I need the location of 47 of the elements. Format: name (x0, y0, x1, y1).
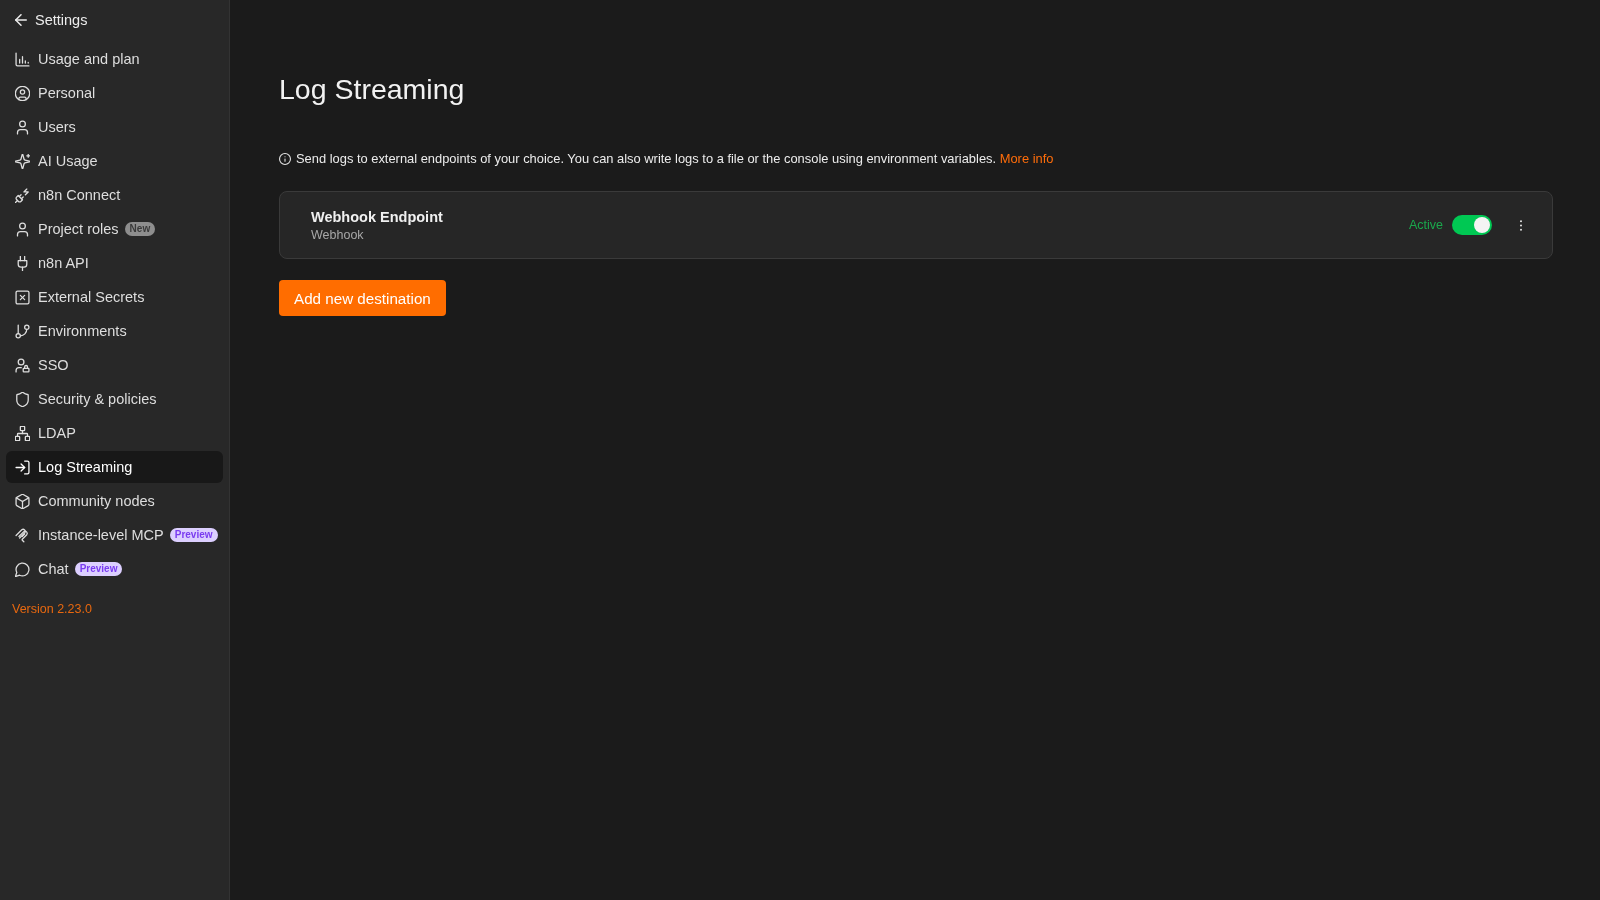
bar-chart-icon (15, 51, 30, 67)
network-icon (15, 425, 30, 441)
sidebar-item[interactable]: n8n API (6, 247, 223, 279)
preview-badge: Preview (169, 528, 218, 542)
sidebar-item[interactable]: n8n Connect (6, 179, 223, 211)
sidebar-item[interactable]: External Secrets (6, 281, 223, 313)
status-label: Active (1408, 218, 1443, 232)
page-title: Log Streaming (279, 72, 465, 107)
destination-type: Webhook (311, 226, 365, 243)
sidebar-item[interactable]: LDAP (6, 417, 223, 449)
sidebar-item[interactable]: Project roles New (6, 213, 223, 245)
vertical-dots-icon[interactable] (1519, 219, 1523, 231)
sidebar-item[interactable]: Environments (6, 315, 223, 347)
sidebar-item[interactable]: Log Streaming (6, 451, 223, 483)
back-link[interactable]: Settings (6, 8, 88, 32)
plug-icon (15, 255, 30, 271)
info-icon (279, 153, 291, 165)
user-lock-icon (15, 357, 30, 373)
striped-ribbon-icon (15, 527, 30, 543)
plug-zap-icon (15, 187, 30, 203)
preview-badge: Preview (74, 562, 123, 576)
x-square-icon (15, 289, 30, 305)
sidebar-item[interactable]: Users (6, 111, 223, 143)
toggle-switch[interactable] (1452, 215, 1492, 235)
destination-card[interactable]: Webhook Endpoint Webhook Active (279, 191, 1553, 259)
branch-icon (15, 323, 30, 339)
destination-name: Webhook Endpoint (311, 207, 443, 226)
sidebar-item[interactable]: Usage and plan (6, 43, 223, 75)
chat-bubble-icon (15, 561, 30, 577)
user-icon (15, 119, 30, 135)
sidebar-item[interactable]: AI Usage (6, 145, 223, 177)
sidebar-item[interactable]: Chat Preview (6, 553, 223, 585)
arrow-into-bracket-icon (15, 459, 30, 475)
cube-icon (15, 493, 30, 509)
new-badge: New (124, 222, 156, 236)
back-arrow-icon (15, 14, 27, 26)
sidebar-item[interactable]: Instance-level MCP Preview (6, 519, 223, 551)
user-icon (15, 221, 30, 237)
sparkle-icon (15, 153, 30, 169)
sidebar-item[interactable]: Security & policies (6, 383, 223, 415)
version-label: Version 2.23.0 (11, 601, 93, 617)
sidebar-item[interactable]: Personal (6, 77, 223, 109)
sidebar-item[interactable]: SSO (6, 349, 223, 381)
info-text: Send logs to external endpoints of your choice. You can also write logs to a file or the console using environment variables. More info (296, 150, 1054, 168)
shield-icon (15, 391, 30, 407)
sidebar-item[interactable]: Community nodes (6, 485, 223, 517)
more-info-link[interactable]: More info (999, 151, 1054, 166)
